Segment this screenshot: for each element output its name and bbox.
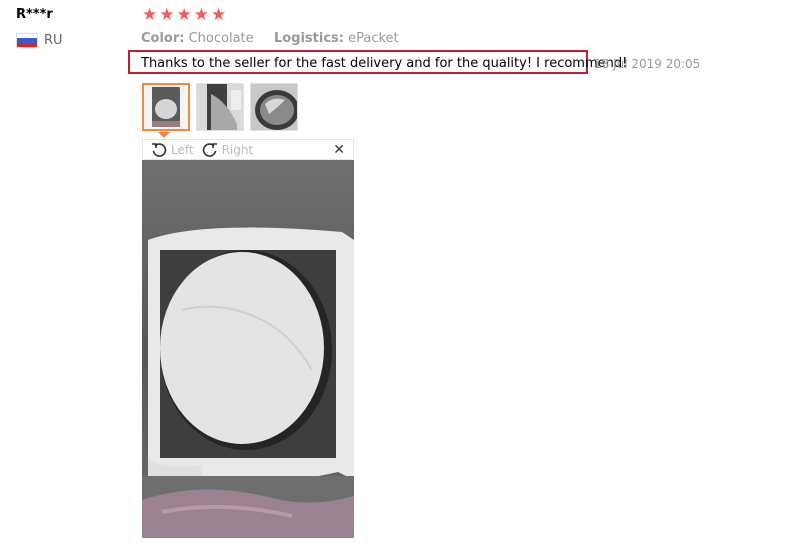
reviewer-country: RU <box>16 33 63 48</box>
color-value: Chocolate <box>188 31 254 46</box>
feedback-date: 18 Jul 2019 20:05 <box>594 57 701 71</box>
star-icon: ★ <box>193 5 209 25</box>
star-icon: ★ <box>176 5 192 25</box>
country-code: RU <box>44 33 63 48</box>
rotate-left-button[interactable]: Left <box>151 142 194 158</box>
photo-thumbnails <box>142 83 298 131</box>
star-icon: ★ <box>159 5 175 25</box>
star-icon: ★ <box>142 5 158 25</box>
rating-stars: ★ ★ ★ ★ ★ <box>142 7 226 24</box>
rotate-right-icon <box>202 142 217 157</box>
close-icon[interactable]: ✕ <box>333 143 345 157</box>
order-attributes: Color: Chocolate Logistics: ePacket <box>141 31 399 46</box>
photo-thumbnail[interactable] <box>142 83 190 131</box>
feedback-text: Thanks to the seller for the fast delive… <box>141 56 628 71</box>
photo-viewer-toolbar: Left Right ✕ <box>142 139 354 160</box>
reviewer-name: R***r <box>16 7 53 22</box>
rotate-right-button[interactable]: Right <box>202 142 254 158</box>
logistics-label: Logistics: <box>273 31 344 46</box>
review-photo-large <box>142 160 354 538</box>
rotate-right-label: Right <box>221 142 254 157</box>
logistics-value: ePacket <box>348 31 399 46</box>
active-thumbnail-pointer <box>158 132 170 138</box>
photo-thumbnail[interactable] <box>196 83 244 131</box>
rotate-left-icon <box>152 142 167 157</box>
russia-flag-icon <box>16 33 38 48</box>
photo-thumbnail[interactable] <box>250 83 298 131</box>
star-icon: ★ <box>211 5 227 25</box>
rotate-left-label: Left <box>171 142 194 157</box>
color-label: Color: <box>141 31 185 46</box>
